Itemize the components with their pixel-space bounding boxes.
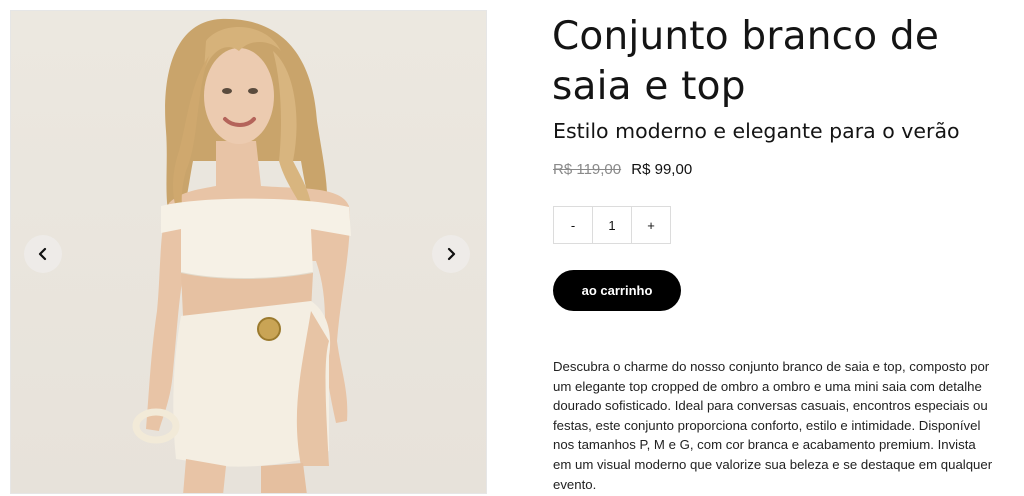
price-block: R$ 119,00 R$ 99,00: [553, 160, 692, 180]
product-image-gallery[interactable]: [10, 10, 487, 494]
gallery-next-button[interactable]: [432, 235, 470, 273]
product-subtitle: Estilo moderno e elegante para o verão: [553, 119, 960, 143]
product-description: Descubra o charme do nosso conjunto bran…: [553, 359, 993, 492]
chevron-right-icon: [447, 247, 456, 261]
chevron-left-icon: [38, 247, 47, 261]
quantity-stepper: - 1 +: [553, 206, 671, 244]
quantity-increase-button[interactable]: +: [632, 207, 670, 243]
product-title: Conjunto branco de saia e top: [552, 14, 940, 109]
old-price: R$ 119,00: [553, 161, 622, 178]
quantity-decrease-button[interactable]: -: [554, 207, 592, 243]
add-to-cart-button[interactable]: ao carrinho: [553, 270, 681, 311]
quantity-input[interactable]: 1: [592, 207, 632, 243]
product-photo: [132, 18, 351, 493]
gallery-prev-button[interactable]: [24, 235, 62, 273]
current-price: R$ 99,00: [631, 161, 693, 178]
